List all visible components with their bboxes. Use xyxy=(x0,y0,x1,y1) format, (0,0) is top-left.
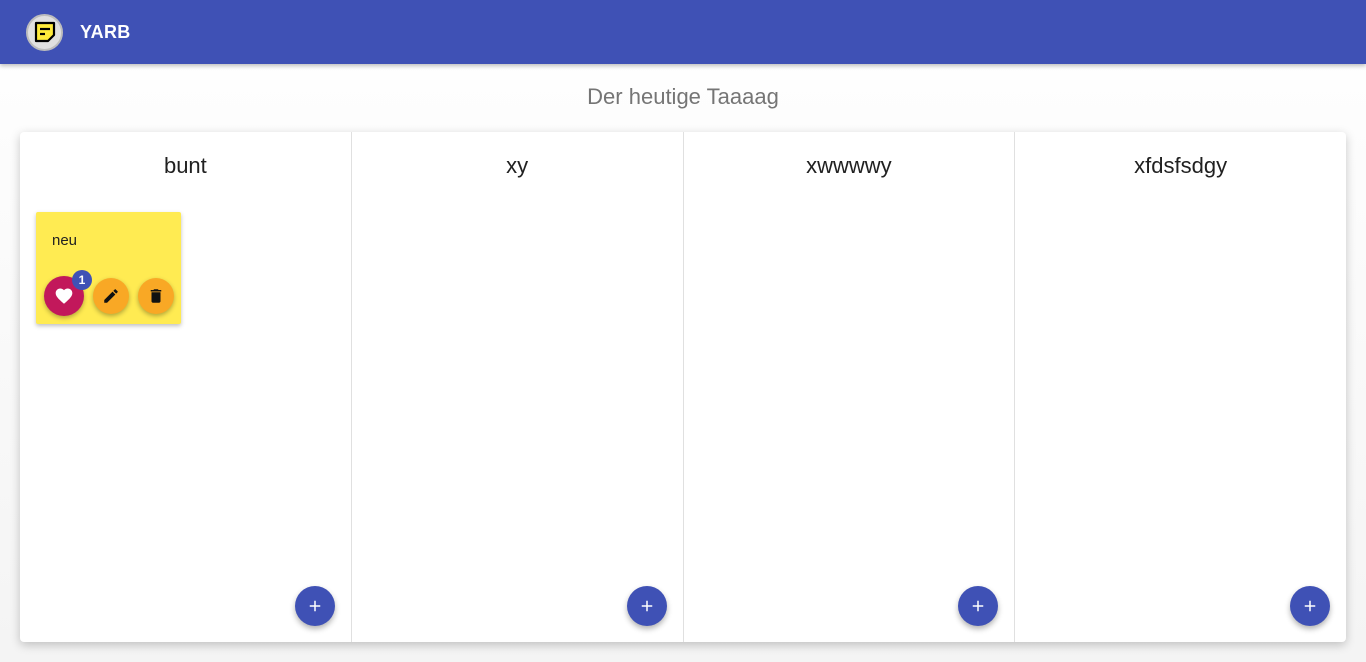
plus-icon xyxy=(1304,600,1316,612)
add-note-button[interactable] xyxy=(958,586,999,626)
note-actions: 1 xyxy=(44,270,174,316)
column-xfdsfsdgy: xfdsfsdgy xyxy=(1015,132,1346,642)
note-card[interactable]: neu 1 xyxy=(36,212,181,324)
note-icon[interactable] xyxy=(26,13,63,51)
column-title: xy xyxy=(506,153,529,178)
delete-button[interactable] xyxy=(138,278,174,314)
pencil-icon xyxy=(104,289,118,303)
edit-button[interactable] xyxy=(93,278,129,314)
like-button[interactable]: 1 xyxy=(44,270,92,316)
column-title: xwwwwy xyxy=(806,153,892,178)
column-title: bunt xyxy=(163,153,207,178)
add-note-button[interactable] xyxy=(1290,586,1330,626)
note-text: neu xyxy=(52,232,78,249)
add-note-button[interactable] xyxy=(626,586,667,626)
board: bunt neu 1 xy xwwwwy xfdsfsdgy xyxy=(20,132,1346,642)
column-xy: xy xyxy=(352,132,684,642)
board-title: Der heutige Taaaag xyxy=(587,84,779,109)
plus-icon xyxy=(641,600,652,612)
app-title: YARB xyxy=(80,21,131,42)
plus-icon xyxy=(309,600,320,612)
app-bar: YARB xyxy=(0,0,1366,64)
column-bunt: bunt neu 1 xyxy=(20,132,352,642)
plus-icon xyxy=(973,600,984,612)
trash-icon xyxy=(150,289,162,303)
like-count-badge: 1 xyxy=(72,270,92,290)
add-note-button[interactable] xyxy=(294,586,335,626)
heart-icon xyxy=(55,288,73,304)
column-title: xfdsfsdgy xyxy=(1134,153,1228,178)
column-xwwwwy: xwwwwy xyxy=(684,132,1016,642)
